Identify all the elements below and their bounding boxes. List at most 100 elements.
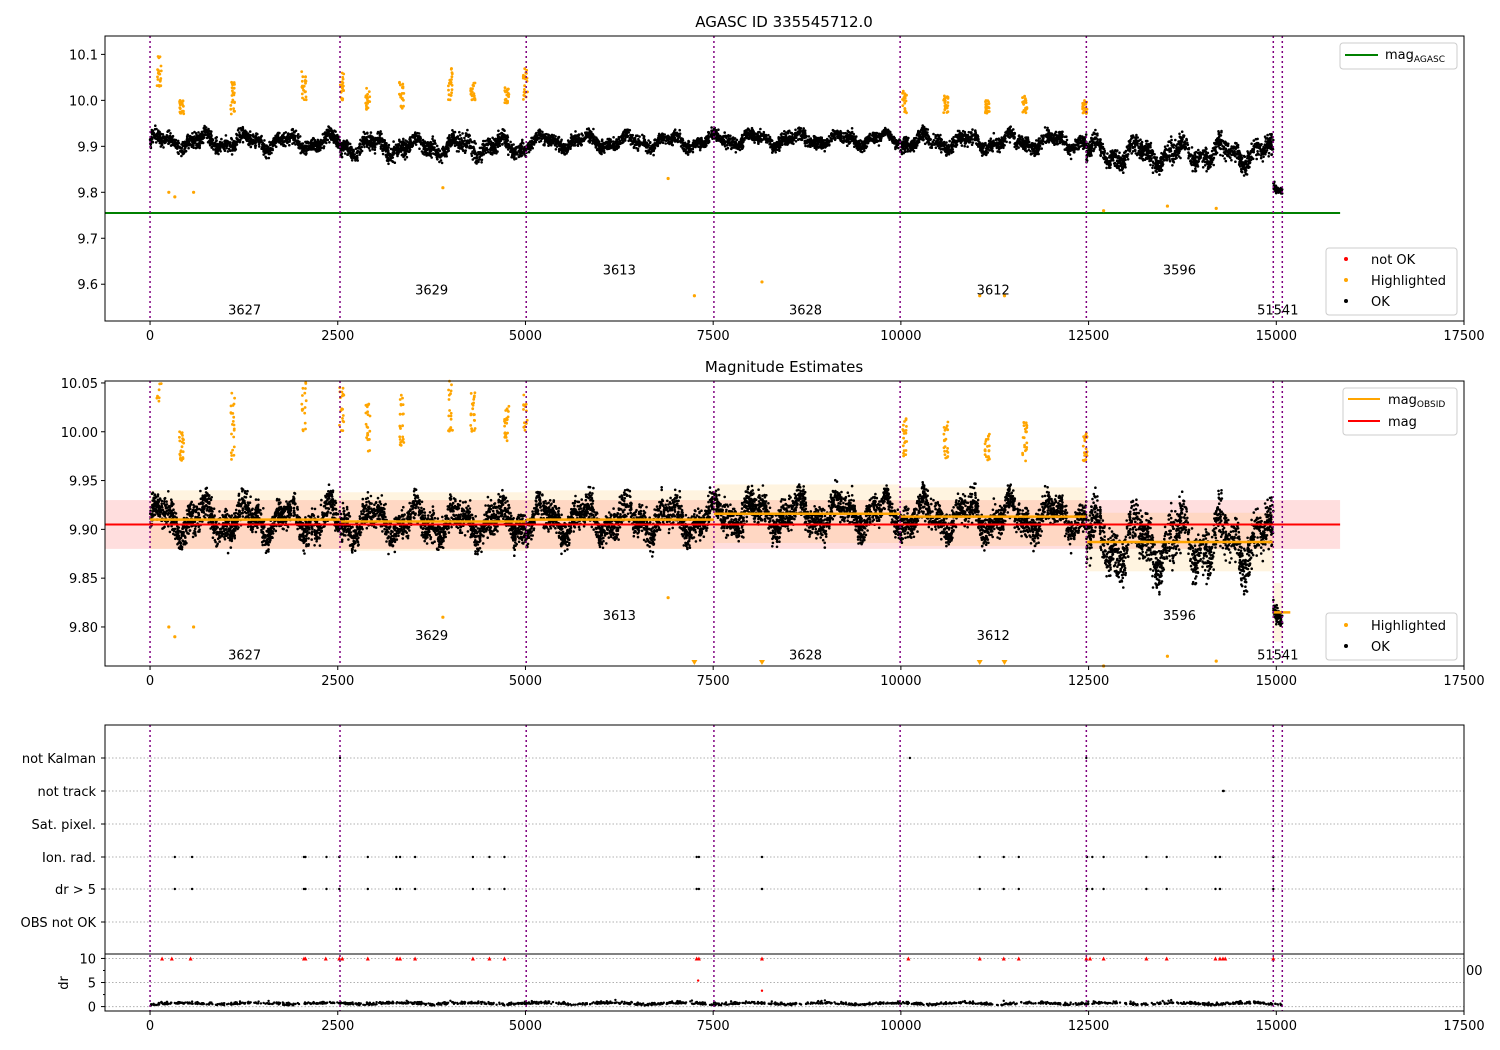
ok-point — [619, 142, 622, 145]
ok-point — [448, 134, 451, 137]
ok-point — [554, 148, 558, 151]
ok-point — [491, 153, 494, 156]
ok-point — [836, 136, 840, 140]
ok-point — [538, 133, 541, 137]
ok-point — [883, 126, 887, 130]
ok-point — [702, 145, 706, 149]
ok-point — [775, 144, 778, 147]
ok-point — [731, 137, 735, 141]
ok-point — [272, 137, 275, 140]
ok-point — [343, 142, 346, 145]
ok-point — [265, 148, 268, 152]
ok-point — [809, 137, 813, 140]
ok-point — [992, 131, 996, 135]
ok-point — [734, 151, 738, 154]
ok-point — [751, 138, 754, 142]
ok-point — [802, 127, 805, 130]
ok-point — [160, 140, 164, 143]
ok-point — [451, 129, 454, 132]
ok-point — [682, 147, 685, 151]
ok-point — [355, 151, 359, 154]
ok-point — [450, 138, 454, 142]
ok-point — [657, 134, 660, 138]
ok-point — [740, 142, 744, 145]
ok-point — [1045, 128, 1049, 132]
ok-point — [548, 138, 551, 142]
ok-point — [366, 132, 369, 135]
ok-point — [197, 131, 200, 134]
ok-point — [438, 149, 442, 153]
ok-point — [791, 138, 794, 142]
ok-point — [643, 138, 647, 142]
ok-point — [264, 155, 267, 159]
ok-point — [537, 131, 540, 134]
ok-point — [845, 138, 849, 141]
ok-point — [332, 138, 336, 141]
ok-point — [507, 153, 510, 156]
ok-point — [150, 137, 154, 141]
ok-point — [315, 145, 319, 149]
ok-point — [491, 136, 494, 140]
ok-point — [268, 143, 272, 147]
panel-1-title: AGASC ID 335545712.0 — [695, 13, 873, 31]
ok-point — [434, 151, 438, 155]
ok-point — [487, 142, 490, 146]
ok-point — [217, 152, 220, 156]
ok-point — [286, 141, 289, 145]
ok-point — [771, 146, 774, 150]
ok-point — [569, 147, 572, 150]
ok-point — [154, 141, 158, 144]
ok-point — [206, 140, 210, 144]
ok-point — [204, 126, 208, 129]
ok-point — [352, 149, 355, 152]
ok-point — [440, 161, 444, 165]
ok-point — [585, 127, 589, 131]
ok-point — [235, 132, 238, 136]
ok-point — [554, 138, 558, 142]
ok-point — [745, 132, 748, 135]
ok-point — [333, 129, 336, 132]
ok-point — [774, 151, 777, 154]
ok-point — [806, 138, 810, 142]
ok-point — [332, 133, 335, 137]
ok-point — [678, 128, 681, 132]
ok-point — [857, 146, 860, 150]
ok-point — [150, 128, 154, 132]
ok-point — [473, 139, 476, 143]
ok-point — [162, 146, 165, 149]
ok-point — [429, 141, 433, 145]
ok-point — [534, 140, 537, 143]
ok-point — [779, 133, 783, 136]
ok-point — [317, 149, 321, 152]
ok-point — [381, 145, 385, 148]
ok-point — [232, 143, 235, 146]
ok-point — [870, 139, 874, 142]
ok-point — [318, 140, 322, 143]
ok-point — [649, 141, 652, 144]
ok-point — [788, 136, 792, 139]
ok-point — [691, 148, 694, 151]
ok-point — [486, 150, 490, 154]
ok-point — [754, 135, 757, 139]
ok-point — [1005, 130, 1008, 133]
ok-point — [381, 147, 385, 151]
ok-point — [601, 144, 605, 147]
ok-point — [239, 135, 242, 139]
ok-point — [202, 126, 206, 130]
ok-point — [425, 152, 429, 155]
ok-point — [824, 141, 827, 145]
ok-point — [383, 142, 387, 146]
ok-point — [294, 129, 298, 133]
ok-point — [346, 150, 350, 153]
ok-point — [210, 140, 213, 144]
ok-point — [203, 133, 207, 137]
ok-point — [184, 146, 187, 150]
ok-point — [813, 140, 816, 143]
ok-point — [547, 141, 551, 144]
ok-point — [274, 139, 277, 143]
ok-point — [297, 140, 301, 144]
ok-point — [696, 137, 700, 140]
ok-point — [154, 137, 157, 140]
ok-point — [350, 159, 354, 162]
ok-point — [845, 132, 849, 135]
